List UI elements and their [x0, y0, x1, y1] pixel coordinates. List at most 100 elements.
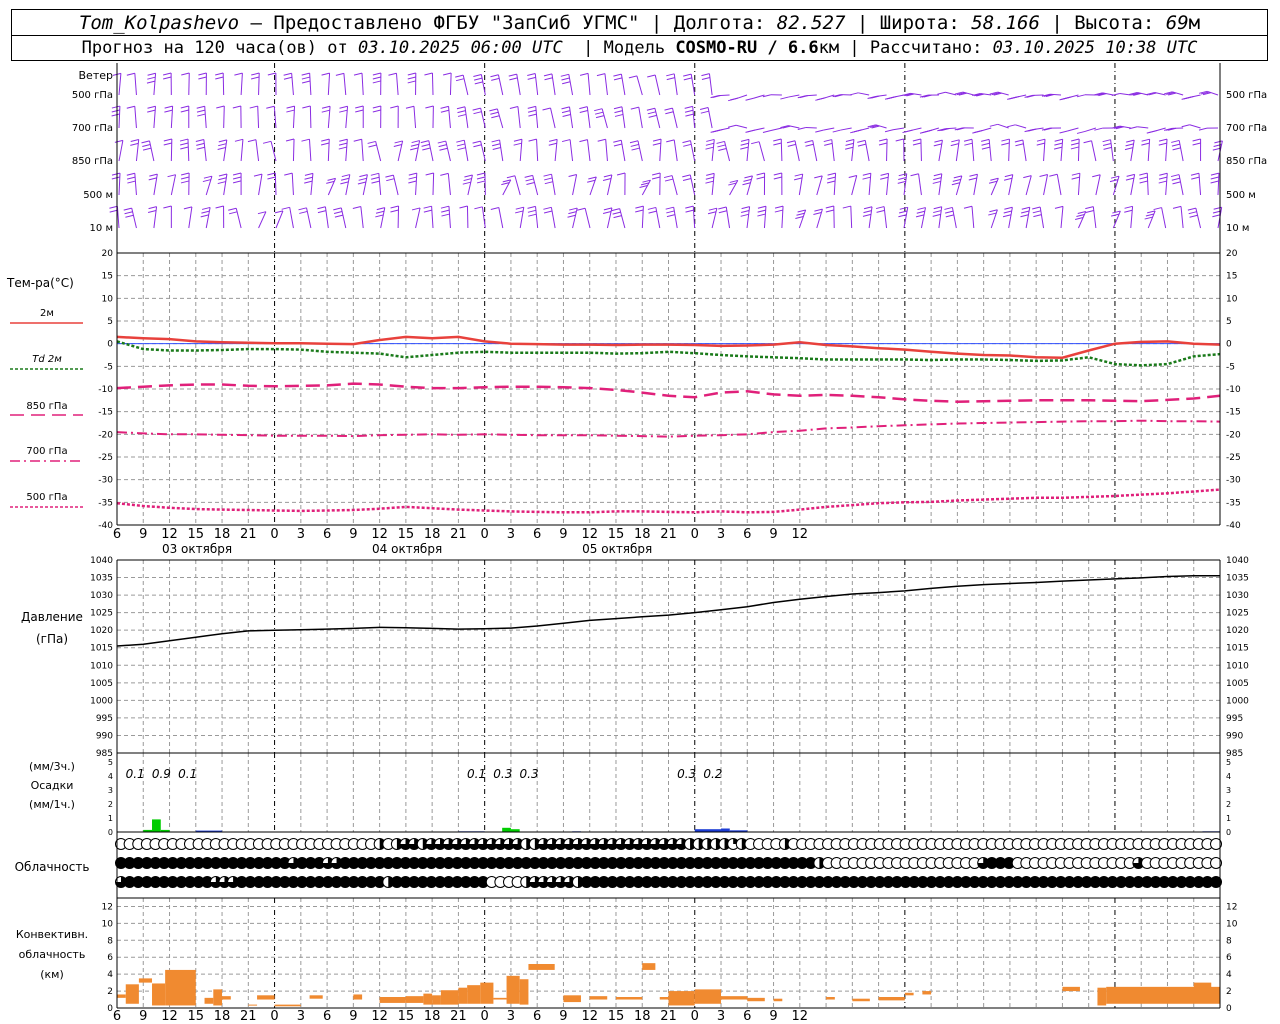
- wind-barb-feather: [179, 138, 189, 142]
- wind-barb: [234, 138, 244, 162]
- wind-barb-feather: [1076, 130, 1086, 134]
- wind-barb-staff: [1043, 139, 1046, 162]
- wind-barb-staff: [274, 173, 277, 196]
- wind-barb-staff: [951, 207, 957, 229]
- wind-barb-feather: [706, 172, 715, 176]
- x-tick-temp: 0: [691, 527, 699, 542]
- wind-barb-feather: [560, 73, 569, 77]
- wind-barb-feather: [425, 172, 434, 176]
- wind-barb-staff: [636, 75, 643, 96]
- wind-barb-feather: [372, 80, 381, 84]
- wind-barb-feather: [685, 205, 694, 209]
- temp-tick-right: 20: [1226, 249, 1238, 259]
- wind-barb-staff: [291, 73, 294, 96]
- wind-barb: [594, 108, 608, 129]
- wind-barb-feather: [463, 178, 472, 182]
- wind-barb-feather: [561, 77, 570, 81]
- wind-barb-staff: [868, 206, 873, 229]
- wind-barb-feather: [981, 146, 991, 150]
- wind-barb-staff: [654, 74, 661, 96]
- wind-barb-staff: [270, 141, 277, 162]
- wind-barb-feather: [683, 73, 692, 77]
- wind-barb: [932, 173, 943, 196]
- wind-barb-staff: [309, 73, 312, 96]
- precip-tick-right: 5: [1226, 758, 1231, 767]
- wind-barb-staff: [586, 139, 591, 162]
- x-tick-temp: 12: [792, 527, 809, 542]
- wind-barb: [602, 174, 613, 196]
- wind-barb-feather: [544, 181, 553, 185]
- wind-barb-staff: [118, 140, 124, 162]
- wind-barb: [875, 206, 888, 229]
- wind-barb-feather: [111, 105, 121, 109]
- wind-barb-feather: [747, 129, 756, 133]
- wind-barb-feather: [568, 211, 577, 215]
- x-tick-temp: 18: [214, 527, 231, 542]
- wind-barb-feather: [372, 72, 382, 76]
- wind-barb-feather: [1125, 177, 1135, 181]
- x-tick-temp: 21: [240, 527, 257, 542]
- x-tick-conv: 6: [533, 1009, 541, 1024]
- pressure-tick-right: 1025: [1226, 609, 1249, 619]
- wind-barb-feather: [301, 72, 310, 76]
- wind-barb: [515, 206, 525, 229]
- wind-barb: [1094, 92, 1114, 97]
- temp-tick-right: -40: [1226, 521, 1241, 531]
- wind-barb-feather: [1192, 138, 1201, 142]
- wind-barb-feather: [612, 211, 621, 215]
- wind-barb-feather: [647, 111, 656, 115]
- wind-barb: [355, 105, 364, 129]
- wind-barb: [321, 105, 331, 129]
- wind-barb-staff: [920, 139, 922, 162]
- wind-barb-staff: [621, 106, 626, 129]
- wind-barb-feather: [842, 205, 851, 209]
- wind-barb: [1170, 174, 1184, 196]
- precip-tick-left: 2: [108, 800, 113, 809]
- wind-barb-staff: [1112, 176, 1120, 196]
- wind-barb-feather: [1171, 143, 1181, 147]
- wind-barb-feather: [489, 108, 498, 112]
- conv-bar: [694, 989, 722, 1004]
- wind-barb-feather: [218, 177, 227, 181]
- wind-barb-staff: [1077, 211, 1087, 229]
- wind-barb-feather: [786, 140, 796, 144]
- wind-barb-feather: [705, 146, 714, 150]
- wind-barb: [339, 105, 349, 129]
- wind-barb-feather: [390, 105, 399, 109]
- wind-barb-feather: [832, 129, 841, 133]
- conv-bar: [589, 996, 608, 1000]
- wind-barb-feather: [933, 143, 942, 147]
- wind-barb-staff: [1130, 174, 1136, 196]
- x-tick-conv: 3: [507, 1009, 515, 1024]
- wind-barb-feather: [528, 138, 537, 142]
- wind-barb-feather: [1049, 173, 1058, 177]
- wind-barb: [196, 105, 207, 129]
- wind-barb: [304, 172, 314, 196]
- wind-barb: [501, 179, 512, 196]
- precip-label: 0.9: [152, 767, 171, 781]
- wind-barb: [740, 206, 751, 229]
- wind-barb: [1014, 139, 1027, 162]
- wind-barb: [867, 124, 887, 129]
- wind-barb-feather: [358, 177, 367, 181]
- wind-barb: [1125, 173, 1136, 196]
- wind-barb: [1187, 207, 1202, 229]
- wind-barb-feather: [579, 72, 589, 76]
- wind-barb: [577, 207, 591, 229]
- cloudiness-layer: [115, 838, 1222, 888]
- wind-barb-staff: [1060, 206, 1064, 229]
- wind-barb-staff: [918, 173, 922, 196]
- wind-barb-staff: [240, 73, 243, 96]
- wind-barb: [630, 106, 643, 129]
- wind-barb-feather: [1171, 139, 1180, 143]
- wind-barb-staff: [606, 207, 613, 229]
- wind-barb-feather: [123, 207, 132, 211]
- conv-tick-right: 4: [1226, 970, 1232, 980]
- wind-barb-feather: [1192, 142, 1201, 146]
- wind-barb-feather: [302, 105, 311, 109]
- wind-barb: [1129, 92, 1149, 96]
- wind-barb: [740, 138, 750, 162]
- wind-barb-feather: [944, 210, 954, 214]
- wind-barb: [472, 107, 486, 129]
- wind-barb-feather: [410, 147, 419, 151]
